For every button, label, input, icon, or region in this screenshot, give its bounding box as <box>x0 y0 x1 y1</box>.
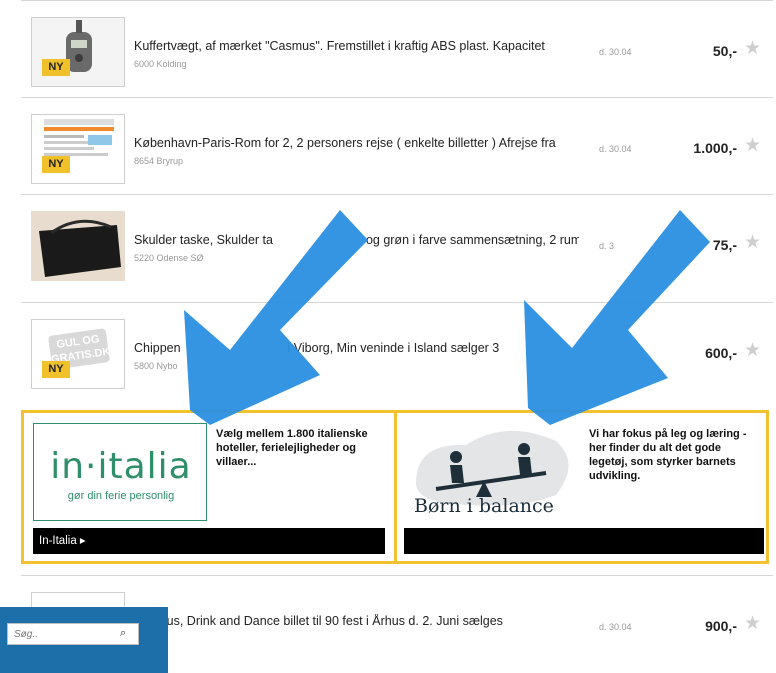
listing-price: 600,- <box>705 345 737 361</box>
favorite-star-icon[interactable]: ★ <box>744 39 761 58</box>
listing-location: 6000 Kolding <box>134 59 187 69</box>
listing-price: 75,- <box>712 237 737 253</box>
listing-title-end: i Viborg, Min veninde i Island sælger 3 <box>287 341 500 355</box>
listing-thumbnail[interactable]: NY <box>31 17 125 87</box>
luggage-scale-image <box>32 18 124 86</box>
listing-title-start: Skulder taske, Skulder ta <box>134 233 273 247</box>
ad-description: Vælg mellem 1.800 italienske hoteller, f… <box>216 428 368 468</box>
ad-description: Vi har fokus på leg og læring - her find… <box>589 428 747 482</box>
listing-thumbnail[interactable]: NY <box>31 114 125 184</box>
favorite-star-icon[interactable]: ★ <box>744 136 761 155</box>
listing-title-start: Chippen <box>134 341 181 355</box>
listing-date: d. 30.04 <box>599 144 632 154</box>
listing-title[interactable]: t i Århus, Drink and Dance billet til 90… <box>134 614 579 628</box>
listing-title[interactable]: Kuffertvægt, af mærket "Casmus". Fremsti… <box>134 39 579 53</box>
listing-thumbnail[interactable]: GUL OG GRATIS.DK NY <box>31 319 125 389</box>
listing-row[interactable]: GUL OG GRATIS.DK NY Chippen i Viborg, Mi… <box>21 302 773 399</box>
listing-price: 50,- <box>712 43 737 59</box>
new-badge: NY <box>42 156 70 173</box>
born-i-balance-logo[interactable]: Børn i balance <box>406 423 580 521</box>
listing-title-end: og grøn i farve sammensætning, 2 rum <box>365 233 579 247</box>
search-panel: ⌕ <box>0 607 168 673</box>
listing-row[interactable]: Skulder taske, Skulder ta og grøn i farv… <box>21 194 773 291</box>
listing-location: 5800 Nybo <box>134 361 178 371</box>
listing-date: d. 30.04 <box>599 622 632 632</box>
shoulder-bag-image <box>31 211 125 281</box>
in-italia-logo[interactable]: in·italia gør din ferie personlig <box>33 423 207 521</box>
listing-date: d. 30.04 <box>599 47 632 57</box>
new-badge: NY <box>42 59 70 76</box>
listing-thumbnail[interactable] <box>31 211 125 281</box>
listing-location: 5220 Odense SØ <box>134 253 204 263</box>
favorite-star-icon[interactable]: ★ <box>744 341 761 360</box>
listing-title[interactable]: København-Paris-Rom for 2, 2 personers r… <box>134 136 579 150</box>
listing-price: 1.000,- <box>693 140 737 156</box>
favorite-star-icon[interactable]: ★ <box>744 233 761 252</box>
listing-row[interactable]: NY København-Paris-Rom for 2, 2 personer… <box>21 97 773 194</box>
ad-block: in·italia gør din ferie personlig Vælg m… <box>21 410 769 564</box>
new-badge: NY <box>42 361 70 378</box>
listing-title[interactable]: Skulder taske, Skulder ta og grøn i farv… <box>134 233 579 247</box>
ad-divider <box>394 413 397 561</box>
ticket-document-image <box>32 115 124 183</box>
favorite-star-icon[interactable]: ★ <box>744 614 761 633</box>
search-icon[interactable]: ⌕ <box>120 627 126 640</box>
listing-location: 8654 Bryrup <box>134 156 184 166</box>
listing-price: 900,- <box>705 618 737 634</box>
ad-link-in-italia[interactable]: In-Italia ▸ <box>33 528 385 554</box>
listing-title[interactable]: Chippen i Viborg, Min veninde i Island s… <box>134 341 579 355</box>
ad-link-born-i-balance[interactable] <box>404 528 764 554</box>
listing-date: d. 3 <box>599 241 615 251</box>
listing-row[interactable]: NY Kuffertvægt, af mærket "Casmus". Frem… <box>21 0 773 97</box>
